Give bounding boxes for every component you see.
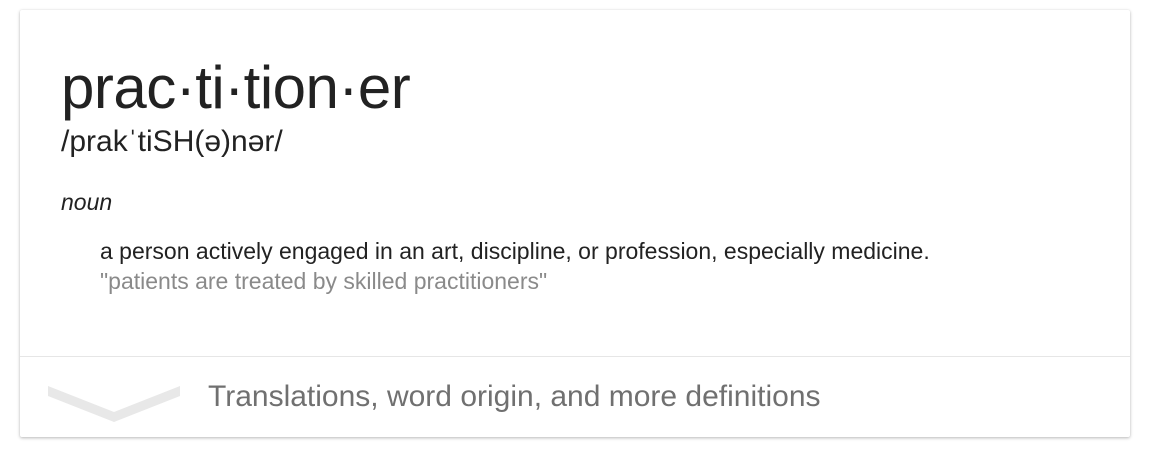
- phonetic-spelling: /prakˈtiSH(ə)nər/: [61, 125, 283, 158]
- chevron-down-icon: [48, 386, 180, 422]
- part-of-speech: noun: [61, 189, 113, 215]
- dictionary-card: prac·ti·tion·er /prakˈtiSH(ə)nər/ noun a…: [20, 10, 1130, 437]
- example-sentence: "patients are treated by skilled practit…: [100, 268, 548, 294]
- more-definitions-button[interactable]: Translations, word origin, and more defi…: [20, 357, 1130, 437]
- definition-text: a person actively engaged in an art, dis…: [100, 238, 930, 264]
- more-definitions-label: Translations, word origin, and more defi…: [208, 380, 821, 413]
- headword: prac·ti·tion·er: [61, 54, 411, 121]
